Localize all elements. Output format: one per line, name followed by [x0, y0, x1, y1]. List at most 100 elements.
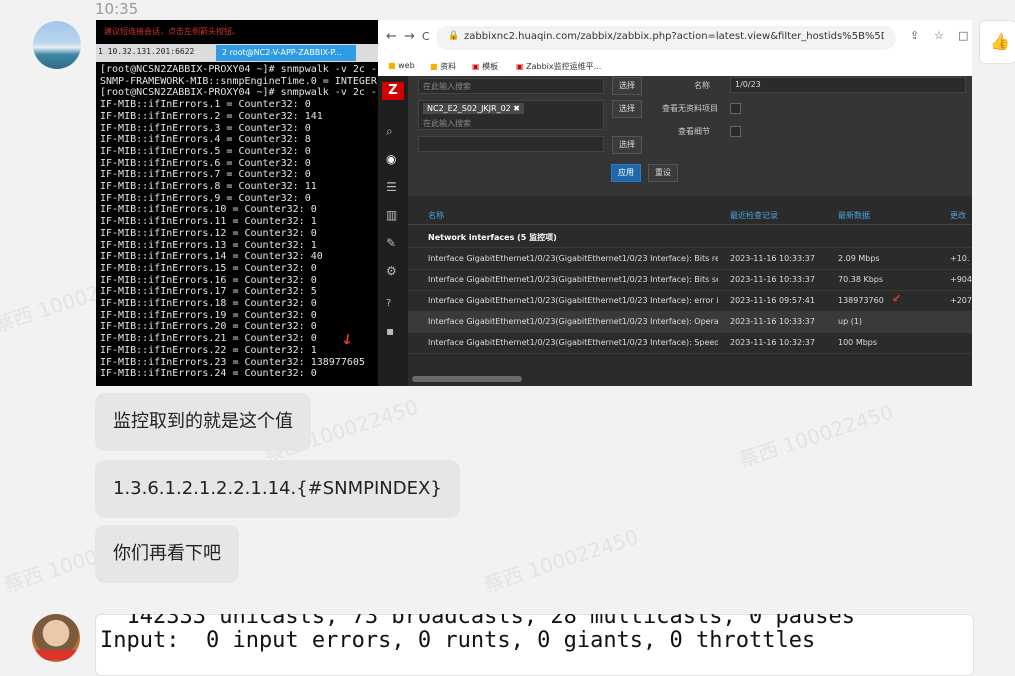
lock-icon: 🔒 [448, 31, 460, 41]
cell-time: 2023-11-16 10:33:37 [730, 275, 815, 284]
search-icon: ⌕ [386, 124, 393, 138]
terminal-line: IF-MIB::ifInErrors.15 = Counter32: 0 [100, 262, 317, 274]
window-icon: □ [958, 29, 969, 42]
message-timestamp: 10:35 [95, 0, 139, 18]
terminal-line: IF-MIB::ifInErrors.12 = Counter32: 0 [100, 227, 317, 239]
cell-value: 138973760 [838, 296, 884, 305]
group-label: Network interfaces (5 监控项) [428, 233, 557, 242]
bookmark-label: 资料 [440, 62, 457, 71]
horizontal-scrollbar [408, 374, 972, 384]
table-row: Interface GigabitEthernet1/0/23(GigabitE… [408, 311, 972, 333]
zabbix-page: Z ⌕ ◉ ☰ ▥ ✎ ⚙ ? ▪ 在此输入搜索 选择 NC2_E2_S02_J… [378, 76, 972, 386]
terminal-line: IF-MIB::ifInErrors.13 = Counter32: 1 [100, 239, 317, 251]
terminal-line: IF-MIB::ifInErrors.2 = Counter32: 141 [100, 110, 323, 122]
chat-message[interactable]: 你们再看下吧 [95, 525, 239, 583]
chat-message[interactable]: 1.3.6.1.2.1.2.2.1.14.{#SNMPINDEX} [95, 460, 460, 518]
reload-icon: C [422, 30, 430, 43]
code-line: Input: 0 input errors, 0 runts, 0 giants… [100, 628, 816, 653]
bookmark-label: web [398, 61, 415, 70]
cell-change: +207 [950, 296, 972, 305]
thumbs-up-icon: 👍 [990, 32, 1010, 51]
cell-value: 100 Mbps [838, 338, 878, 347]
like-button[interactable]: 👍 [979, 20, 1015, 64]
terminal-line: [root@NCSN2ZABBIX-PROXY04 ~]# snmpwalk -… [100, 87, 383, 99]
chat-message[interactable]: 监控取到的就是这个值 [95, 393, 311, 451]
show-details-checkbox [730, 126, 741, 137]
select-button: 选择 [612, 136, 642, 154]
cell-name: Interface GigabitEthernet1/0/23(GigabitE… [428, 275, 718, 284]
bookmarks-bar: ■ web ■ 资料 ▣ 模板 ▣ Zabbix监控运维平... [378, 56, 972, 77]
terminal-line: IF-MIB::ifInErrors.11 = Counter32: 1 [100, 216, 317, 228]
terminal-line: IF-MIB::ifInErrors.14 = Counter32: 40 [100, 251, 323, 263]
watermark: 蔡西 100022450 [480, 524, 642, 598]
zabbix-filter-panel: 在此输入搜索 选择 NC2_E2_S02_JKJR_02 ✖ 在此输入搜索 选择… [408, 76, 972, 196]
terminal-line: [root@NCSN2ZABBIX-PROXY04 ~]# snmpwalk -… [100, 64, 383, 75]
col-last-value: 最新数据 [838, 211, 870, 220]
avatar[interactable] [33, 21, 81, 69]
gear-icon: ⚙ [386, 264, 397, 278]
terminal-line: IF-MIB::ifInErrors.1 = Counter32: 0 [100, 99, 311, 111]
terminal-line: IF-MIB::ifInErrors.5 = Counter32: 0 [100, 145, 311, 157]
terminal-line: IF-MIB::ifInErrors.3 = Counter32: 0 [100, 122, 311, 134]
help-icon: ? [386, 298, 392, 309]
bookmark-zabbix-icon: ▣ Zabbix监控运维平... [516, 62, 602, 71]
terminal-line: IF-MIB::ifInErrors.10 = Counter32: 0 [100, 204, 317, 216]
star-icon: ☆ [934, 29, 944, 42]
cell-change: +904 [950, 275, 972, 284]
cell-name: Interface GigabitEthernet1/0/23(GigabitE… [428, 338, 718, 347]
table-row: Interface GigabitEthernet1/0/23(GigabitE… [408, 290, 972, 312]
col-last-check: 最近检查记录 [730, 211, 778, 220]
terminal-line: IF-MIB::ifInErrors.7 = Counter32: 0 [100, 169, 311, 181]
col-name: 名称 [428, 211, 444, 220]
terminal-line: IF-MIB::ifInErrors.22 = Counter32: 1 [100, 344, 317, 356]
hostgroup-input: 在此输入搜索 [418, 78, 604, 94]
terminal-output: [root@NCSN2ZABBIX-PROXY04 ~]# snmpwalk -… [100, 64, 383, 380]
share-icon: ⇪ [910, 29, 920, 42]
table-row: Interface GigabitEthernet1/0/23(GigabitE… [408, 248, 972, 270]
chart-icon: ▥ [386, 208, 398, 222]
avatar[interactable] [32, 614, 80, 662]
zabbix-sidebar: Z ⌕ ◉ ☰ ▥ ✎ ⚙ ? ▪ [378, 76, 408, 386]
cell-change: +10. [950, 254, 970, 263]
application-input [418, 136, 604, 152]
terminal-tab-2: 2 root@NC2-V-APP-ZABBIX-P... [216, 45, 356, 61]
message-text: 监控取到的就是这个值 [113, 411, 293, 432]
cell-value: up (1) [838, 317, 863, 326]
select-button: 选择 [612, 77, 642, 95]
terminal-line: IF-MIB::ifInErrors.16 = Counter32: 0 [100, 274, 317, 286]
host-input: NC2_E2_S02_JKJR_02 ✖ 在此输入搜索 [418, 100, 604, 130]
message-text: 1.3.6.1.2.1.2.2.1.14.{#SNMPINDEX} [113, 478, 442, 499]
host-placeholder: 在此输入搜索 [423, 119, 471, 128]
table-row: Interface GigabitEthernet1/0/23(GigabitE… [408, 269, 972, 291]
reset-button: 重设 [648, 164, 678, 182]
url-text: zabbixnc2.huaqin.com/zabbix/zabbix.php?a… [464, 31, 884, 42]
wrench-icon: ✎ [386, 236, 397, 250]
name-input: 1/0/23 [730, 77, 966, 93]
terminal-line: IF-MIB::ifInErrors.23 = Counter32: 13897… [100, 356, 365, 368]
host-chip: NC2_E2_S02_JKJR_02 ✖ [423, 103, 525, 114]
watermark: 蔡西 100022450 [735, 399, 897, 473]
terminal-line: SNMP-FRAMEWORK-MIB::snmpEngineTime.0 = I… [100, 75, 383, 87]
table-header: 名称 最近检查记录 最新数据 更改 [408, 206, 972, 225]
cell-name: Interface GigabitEthernet1/0/23(GigabitE… [428, 317, 718, 326]
terminal-notice: 建议短连接会话，点击左侧箭头按钮。 [104, 27, 240, 36]
apply-button: 应用 [611, 164, 641, 182]
eye-icon: ◉ [386, 152, 397, 166]
zabbix-logo: Z [382, 82, 404, 100]
table-row: Interface GigabitEthernet1/0/23(GigabitE… [408, 332, 972, 354]
browser-window: ← → C 🔒 zabbixnc2.huaqin.com/zabbix/zabb… [378, 20, 972, 386]
show-details-label: 查看细节 [678, 127, 710, 136]
show-no-data-checkbox [730, 103, 741, 114]
cell-name: Interface GigabitEthernet1/0/23(GigabitE… [428, 254, 718, 263]
cell-time: 2023-11-16 10:32:37 [730, 338, 815, 347]
back-icon: ← [386, 29, 397, 44]
bookmark-label: 模板 [482, 62, 499, 71]
cell-name: Interface GigabitEthernet1/0/23(GigabitE… [428, 296, 718, 305]
cell-time: 2023-11-16 10:33:37 [730, 254, 815, 263]
bookmark-folder-icon: ■ 资料 [430, 62, 457, 71]
cell-value: 70.38 Kbps [838, 275, 884, 284]
terminal-line: IF-MIB::ifInErrors.4 = Counter32: 8 [100, 134, 311, 146]
screenshot-image[interactable]: 建议短连接会话，点击左侧箭头按钮。 1 10.32.131.201:6622 2… [96, 20, 972, 386]
forward-icon: → [404, 29, 415, 44]
bookmark-folder-icon: ■ web [388, 61, 415, 70]
